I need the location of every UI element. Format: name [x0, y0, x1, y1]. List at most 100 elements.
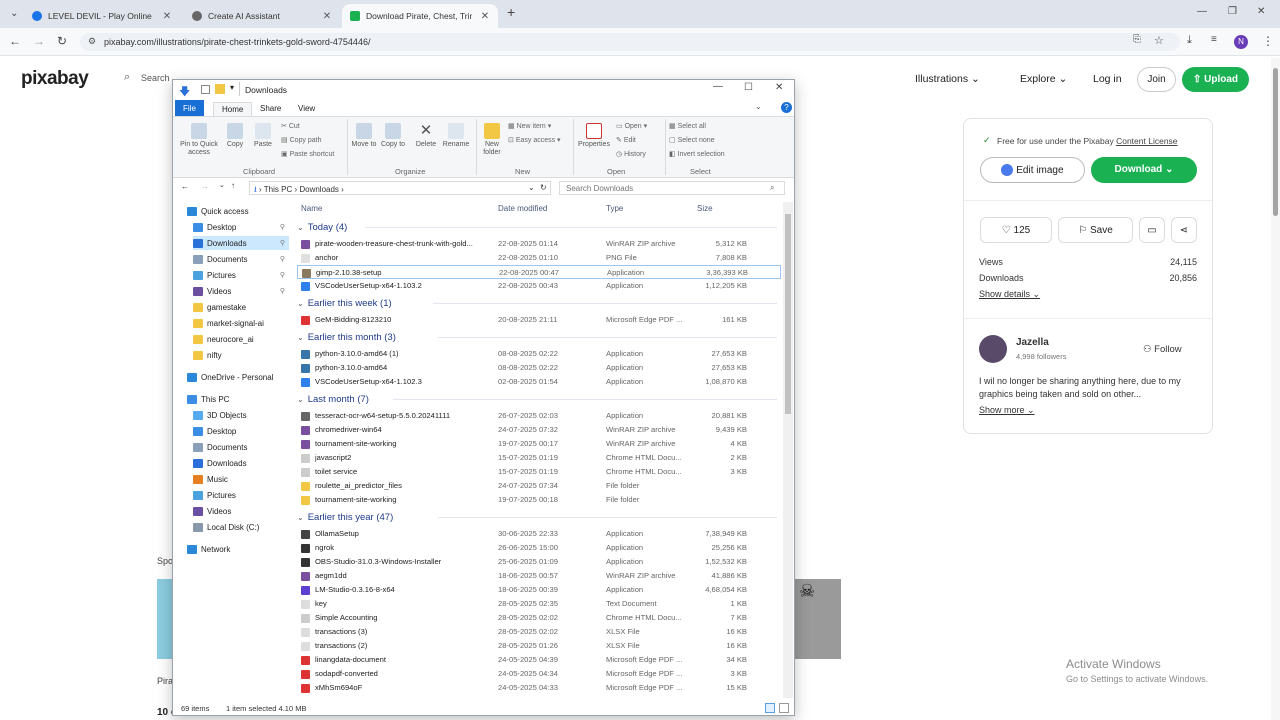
large-icons-view-icon[interactable]	[779, 703, 789, 713]
back-icon[interactable]: ←	[181, 182, 189, 191]
breadcrumb-this-pc[interactable]: This PC	[264, 185, 292, 194]
nav-item[interactable]: Documents ⚲	[193, 252, 289, 266]
up-icon[interactable]: ↑	[231, 181, 235, 190]
chevron-down-icon[interactable]: ⌄	[528, 183, 535, 192]
like-button[interactable]: ♡ 125	[980, 217, 1052, 243]
thumbnail-fragment[interactable]	[157, 579, 173, 659]
help-icon[interactable]: ?	[781, 102, 792, 113]
maximize-icon[interactable]: ☐	[744, 82, 753, 93]
forward-icon[interactable]: →	[201, 182, 209, 191]
file-row[interactable]: anchor 22-08-2025 01:10 PNG File 7,808 KB	[297, 251, 781, 265]
file-row[interactable]: OBS-Studio-31.0.3-Windows-Installer 25-06…	[297, 555, 781, 569]
file-row[interactable]: Simple Accounting 28-05-2025 02:02 Chrome …	[297, 611, 781, 625]
back-icon[interactable]: ←	[9, 34, 21, 48]
pin-icon[interactable]: ⚲	[280, 255, 285, 263]
nav-item[interactable]: Desktop ⚲	[193, 220, 289, 234]
pin-icon[interactable]: ⚲	[280, 223, 285, 231]
folder-qat-icon[interactable]	[215, 84, 225, 94]
comment-button[interactable]: ▭	[1139, 217, 1165, 243]
tab-level-devil[interactable]: LEVEL DEVIL - Play Online for Fr ✕	[24, 4, 180, 28]
share-button[interactable]: ⋖	[1171, 217, 1197, 243]
tab-home[interactable]: Home	[213, 102, 253, 116]
collapse-icon[interactable]: ⌄	[297, 299, 304, 308]
nav-item[interactable]: Videos ⚲	[193, 284, 289, 298]
nav-explore[interactable]: Explore ⌄	[1020, 73, 1067, 85]
file-row[interactable]: tournament-site-working 19-07-2025 00:18 F…	[297, 493, 781, 507]
breadcrumb-downloads[interactable]: Downloads	[299, 185, 339, 194]
copy-path-button[interactable]: ▤ Copy path	[281, 136, 321, 144]
nav-illustrations[interactable]: Illustrations ⌄	[915, 73, 980, 85]
paste-shortcut-button[interactable]: ▣ Paste shortcut	[281, 150, 334, 158]
search-downloads-input[interactable]: Search Downloads ⌕	[559, 181, 785, 195]
minimize-icon[interactable]: —	[1197, 6, 1207, 17]
new-tab-button[interactable]: +	[507, 4, 515, 20]
rename-button[interactable]: Rename	[441, 123, 471, 149]
file-row[interactable]: LM-Studio-0.3.16-8-x64 18-06-2025 00:39 Ap…	[297, 583, 781, 597]
pin-icon[interactable]: ⚲	[280, 287, 285, 295]
nav-item[interactable]: Desktop	[193, 424, 289, 438]
pixabay-logo[interactable]: pixabay	[21, 68, 89, 90]
file-row[interactable]: pirate-wooden-treasure-chest-trunk-with-…	[297, 237, 781, 251]
file-row[interactable]: toilet service 15-07-2025 01:19 Chrome HTM…	[297, 465, 781, 479]
file-row[interactable]: chromedriver-win64 24-07-2025 07:32 WinRAR…	[297, 423, 781, 437]
nav-item[interactable]: Documents	[193, 440, 289, 454]
address-path[interactable]: ⭳ › This PC › Downloads › ⌄ ↻	[249, 181, 551, 195]
follow-button[interactable]: ⚇ Follow	[1143, 344, 1182, 355]
nav-item[interactable]: Downloads	[193, 456, 289, 470]
author-avatar[interactable]	[979, 335, 1007, 363]
upload-button[interactable]: ⇧ Upload	[1182, 67, 1249, 92]
file-row[interactable]: linangdata-document 24-05-2025 04:39 Micro…	[297, 653, 781, 667]
paste-button[interactable]: Paste	[251, 123, 275, 149]
install-app-icon[interactable]: ⎘	[1133, 34, 1141, 45]
reload-icon[interactable]: ↻	[57, 34, 67, 48]
file-row[interactable]: javascript2 15-07-2025 01:19 Chrome HTML D…	[297, 451, 781, 465]
join-button[interactable]: Join	[1137, 67, 1176, 92]
column-date-modified[interactable]: Date modified	[498, 204, 547, 213]
select-none-button[interactable]: ▢ Select none	[669, 136, 715, 144]
file-row[interactable]: python-3.10.0-amd64 08-08-2025 02:22 Appli…	[297, 361, 781, 375]
group-header[interactable]: ⌄ Last month (7)	[297, 392, 777, 406]
forward-icon[interactable]: →	[33, 34, 45, 48]
close-window-icon[interactable]: ✕	[775, 82, 783, 93]
nav-item[interactable]: OneDrive - Personal	[187, 370, 289, 384]
tab-pixabay[interactable]: Download Pirate, Chest, Trinket ✕	[342, 4, 498, 28]
nav-item[interactable]: nifty	[193, 348, 289, 362]
nav-item[interactable]: 3D Objects	[193, 408, 289, 422]
site-info-icon[interactable]: ⚙	[88, 36, 96, 47]
file-row[interactable]: ngrok 26-06-2025 15:00 Application 25,256 K…	[297, 541, 781, 555]
save-button[interactable]: ⚐ Save	[1058, 217, 1133, 243]
minimize-icon[interactable]: —	[713, 81, 723, 92]
tab-create-ai-assistant[interactable]: Create AI Assistant ✕	[184, 4, 340, 28]
cut-button[interactable]: ✂ Cut	[281, 122, 300, 130]
new-folder-button[interactable]: New folder	[479, 123, 505, 157]
group-header[interactable]: ⌄ Earlier this week (1)	[297, 296, 777, 310]
close-icon[interactable]: ✕	[160, 11, 174, 22]
open-button[interactable]: ▭ Open ▾	[616, 122, 647, 130]
nav-item[interactable]: This PC	[187, 392, 289, 406]
nav-item[interactable]: gamestake	[193, 300, 289, 314]
nav-item[interactable]: Network	[187, 542, 289, 556]
file-row[interactable]: xMhSm694oF 24-05-2025 04:33 Microsoft Edge…	[297, 681, 781, 695]
scrollbar-thumb[interactable]	[785, 214, 791, 414]
nav-item[interactable]: Local Disk (C:)	[193, 520, 289, 534]
show-details-link[interactable]: Show details ⌄	[979, 289, 1040, 300]
tab-file[interactable]: File	[175, 100, 204, 116]
file-row[interactable]: aegm1dd 18-06-2025 00:57 WinRAR ZIP archiv…	[297, 569, 781, 583]
close-icon[interactable]: ✕	[320, 11, 334, 22]
easy-access-button[interactable]: ⊡ Easy access ▾	[508, 136, 561, 144]
group-header[interactable]: ⌄ Today (4)	[297, 220, 777, 234]
tab-view[interactable]: View	[290, 102, 323, 116]
reading-list-icon[interactable]: ≡	[1211, 34, 1217, 45]
nav-item[interactable]: Quick access	[187, 204, 289, 218]
downloads-icon[interactable]: ⤓	[1187, 34, 1192, 47]
pirate-flag-thumbnail[interactable]: ☠	[795, 579, 841, 659]
file-row[interactable]: tesseract-ocr-w64-setup-5.5.0.20241111 26…	[297, 409, 781, 423]
properties-button[interactable]: Properties	[575, 123, 613, 149]
content-license-link[interactable]: Content License	[1116, 136, 1177, 146]
file-list-scrollbar[interactable]	[783, 202, 793, 698]
file-row[interactable]: key 28-05-2025 02:35 Text Document 1 KB	[297, 597, 781, 611]
profile-avatar[interactable]: N	[1234, 35, 1248, 49]
column-size[interactable]: Size	[697, 204, 713, 213]
nav-item[interactable]: market-signal-ai	[193, 316, 289, 330]
file-row[interactable]: transactions (2) 28-05-2025 01:26 XLSX Fil…	[297, 639, 781, 653]
